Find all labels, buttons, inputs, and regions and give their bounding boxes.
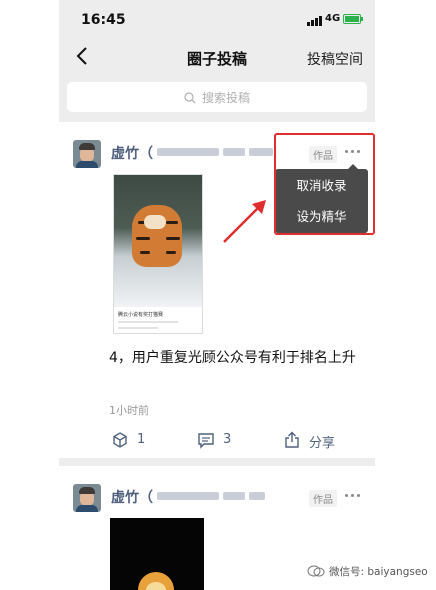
- post-time: 1小时前: [109, 404, 149, 417]
- thumbnail-caption: 腾云小说有奖打猫赛: [118, 312, 164, 318]
- author-name[interactable]: 虚竹（: [111, 487, 153, 507]
- status-bar: 16:45 4G: [59, 0, 375, 40]
- blurred-author-detail: [157, 492, 219, 500]
- watermark-text: 微信号: baiyangseo: [329, 566, 428, 578]
- comment-button[interactable]: 3: [197, 430, 237, 452]
- post-text[interactable]: 4，用户重复光顾公众号有利于排名上升: [109, 348, 359, 369]
- blurred-author-detail: [223, 148, 245, 156]
- share-icon: [285, 431, 299, 448]
- blurred-author-detail: [223, 492, 245, 500]
- post-tag: 作品: [309, 490, 337, 507]
- like-count: 1: [137, 432, 146, 447]
- video-thumbnail[interactable]: [110, 518, 204, 590]
- share-label: 分享: [309, 436, 336, 451]
- status-time: 16:45: [81, 12, 126, 28]
- article-thumbnail[interactable]: 腾云小说有奖打猫赛: [113, 174, 203, 334]
- comment-count: 3: [223, 432, 232, 447]
- comment-icon: [198, 433, 214, 449]
- avatar[interactable]: [73, 140, 101, 168]
- search-icon: [184, 92, 196, 104]
- signal-icon: [307, 16, 323, 26]
- submission-space-button[interactable]: 投稿空间: [307, 49, 363, 69]
- annotation-arrow: [223, 200, 266, 243]
- search-input[interactable]: 搜索投稿: [67, 82, 367, 112]
- wechat-icon: [307, 565, 325, 577]
- phone-screen: 16:45 4G 圈子投稿 投稿空间 搜索投稿 虚竹（ 作品 腾云小说有奖打猫赛…: [59, 0, 375, 590]
- network-type: 4G: [325, 13, 341, 24]
- more-options-icon[interactable]: [343, 493, 361, 499]
- search-placeholder: 搜索投稿: [201, 91, 250, 105]
- author-name[interactable]: 虚竹（: [111, 143, 153, 163]
- annotation-highlight-box: [274, 133, 375, 235]
- tiger-image: [114, 175, 202, 307]
- blurred-author-detail: [249, 148, 273, 156]
- avatar[interactable]: [73, 484, 101, 512]
- battery-icon: [343, 14, 363, 24]
- cube-like-icon: [113, 432, 127, 448]
- nav-bar: 圈子投稿 投稿空间: [59, 40, 375, 76]
- blurred-author-detail: [157, 148, 219, 156]
- share-button[interactable]: 分享: [283, 430, 343, 452]
- like-button[interactable]: 1: [111, 430, 151, 452]
- blurred-author-detail: [249, 492, 265, 500]
- watermark: 微信号: baiyangseo: [307, 564, 428, 579]
- post-actions: 1 3 分享: [59, 430, 375, 454]
